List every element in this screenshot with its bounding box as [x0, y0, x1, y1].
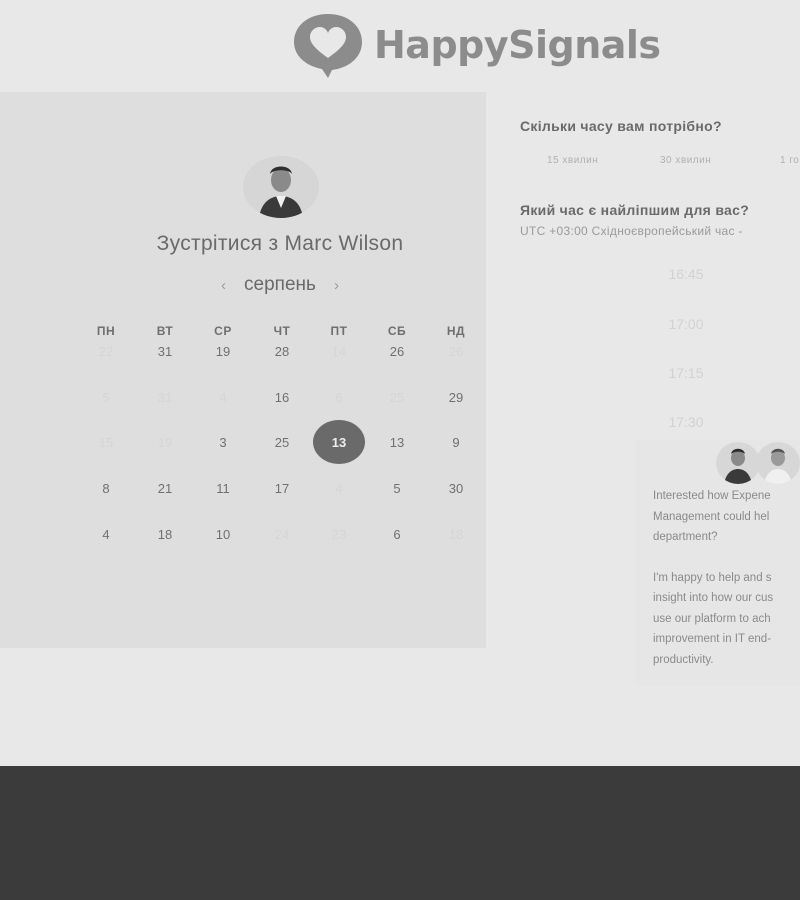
- promo-card: Interested how Expene Management could h…: [636, 440, 800, 686]
- avatar: [716, 442, 760, 484]
- calendar-grid: 22 31 19 28 14 26 26 5 31 4 16 6 25 29 15 19 3 25 13 13 9 8 21…: [0, 92, 486, 648]
- promo-line: improvement in IT end-: [653, 633, 772, 645]
- calendar-day[interactable]: 16: [260, 375, 304, 419]
- promo-line: Interested how Expene: [653, 490, 771, 502]
- person-photo-icon: [724, 448, 752, 484]
- calendar-day: 4: [335, 480, 343, 496]
- calendar-day: 22: [98, 343, 114, 359]
- team-avatars: [716, 440, 800, 484]
- calendar-day[interactable]: 8: [84, 466, 128, 510]
- brand-name: HappySignals: [374, 23, 661, 67]
- calendar-day: 14: [331, 343, 347, 359]
- time-slot[interactable]: 17:15: [616, 354, 756, 392]
- header: HappySignals: [0, 0, 800, 92]
- calendar-day: 5: [102, 389, 110, 405]
- calendar-day: 24: [274, 526, 290, 542]
- calendar-day[interactable]: 5: [375, 466, 419, 510]
- person-photo-icon: [764, 448, 792, 484]
- calendar-day: 31: [157, 389, 173, 405]
- calendar-day: 26: [448, 343, 464, 359]
- duration-option[interactable]: 1 го: [766, 148, 800, 174]
- selected-day[interactable]: 13: [313, 420, 365, 464]
- calendar-day: 15: [98, 434, 114, 450]
- calendar-day: 19: [157, 434, 173, 450]
- calendar-day[interactable]: 21: [143, 466, 187, 510]
- calendar-day: 23: [331, 526, 347, 542]
- duration-question: Скільки часу вам потрібно?: [520, 118, 722, 134]
- calendar-day[interactable]: 4: [84, 512, 128, 556]
- calendar-day[interactable]: 26: [375, 329, 419, 373]
- time-slot[interactable]: 17:30: [616, 403, 756, 441]
- calendar-day[interactable]: 6: [375, 512, 419, 556]
- calendar-day[interactable]: 13: [375, 420, 419, 464]
- promo-line: Management could hel: [653, 510, 770, 523]
- promo-line: I'm happy to help and s: [653, 571, 772, 584]
- calendar-day[interactable]: 3: [201, 420, 245, 464]
- calendar-day[interactable]: 30: [434, 466, 478, 510]
- calendar-day: 6: [335, 389, 343, 405]
- calendar-day: 25: [389, 389, 405, 405]
- promo-text: Interested how Expene Management could h…: [653, 486, 800, 670]
- time-question: Який час є найліпшим для вас?: [520, 202, 750, 218]
- timezone-selector[interactable]: UTC +03:00 Східноєвропейський час -: [520, 224, 743, 238]
- calendar-day[interactable]: 28: [260, 329, 304, 373]
- calendar-day: 4: [219, 389, 227, 405]
- calendar-day[interactable]: 18: [143, 512, 187, 556]
- logo[interactable]: HappySignals: [290, 10, 661, 80]
- time-slot[interactable]: 17:00: [616, 305, 756, 343]
- heart-speech-bubble-icon: [294, 14, 362, 78]
- promo-line: productivity.: [653, 653, 714, 666]
- duration-option[interactable]: 15 хвилин: [533, 148, 612, 174]
- duration-option[interactable]: 30 хвилин: [646, 148, 725, 174]
- promo-line: use our platform to ach: [653, 612, 771, 625]
- calendar-day[interactable]: 19: [201, 329, 245, 373]
- promo-line: department?: [653, 531, 718, 543]
- calendar-day[interactable]: 25: [260, 420, 304, 464]
- calendar-day[interactable]: 17: [260, 466, 304, 510]
- calendar-panel: Зустрітися з Marc Wilson ‹ серпень › ПН В…: [0, 92, 486, 648]
- promo-line: insight into how our cus: [653, 592, 774, 604]
- footer: [0, 766, 800, 900]
- calendar-day[interactable]: 31: [143, 329, 187, 373]
- calendar-day[interactable]: 9: [434, 420, 478, 464]
- avatar: [756, 442, 800, 484]
- calendar-day[interactable]: 11: [201, 466, 245, 510]
- time-slot[interactable]: 16:45: [616, 255, 756, 293]
- calendar-day: 18: [448, 526, 464, 542]
- calendar-day[interactable]: 29: [434, 375, 478, 419]
- duration-options: 15 хвилин 30 хвилин 1 го: [506, 148, 800, 174]
- calendar-day[interactable]: 10: [201, 512, 245, 556]
